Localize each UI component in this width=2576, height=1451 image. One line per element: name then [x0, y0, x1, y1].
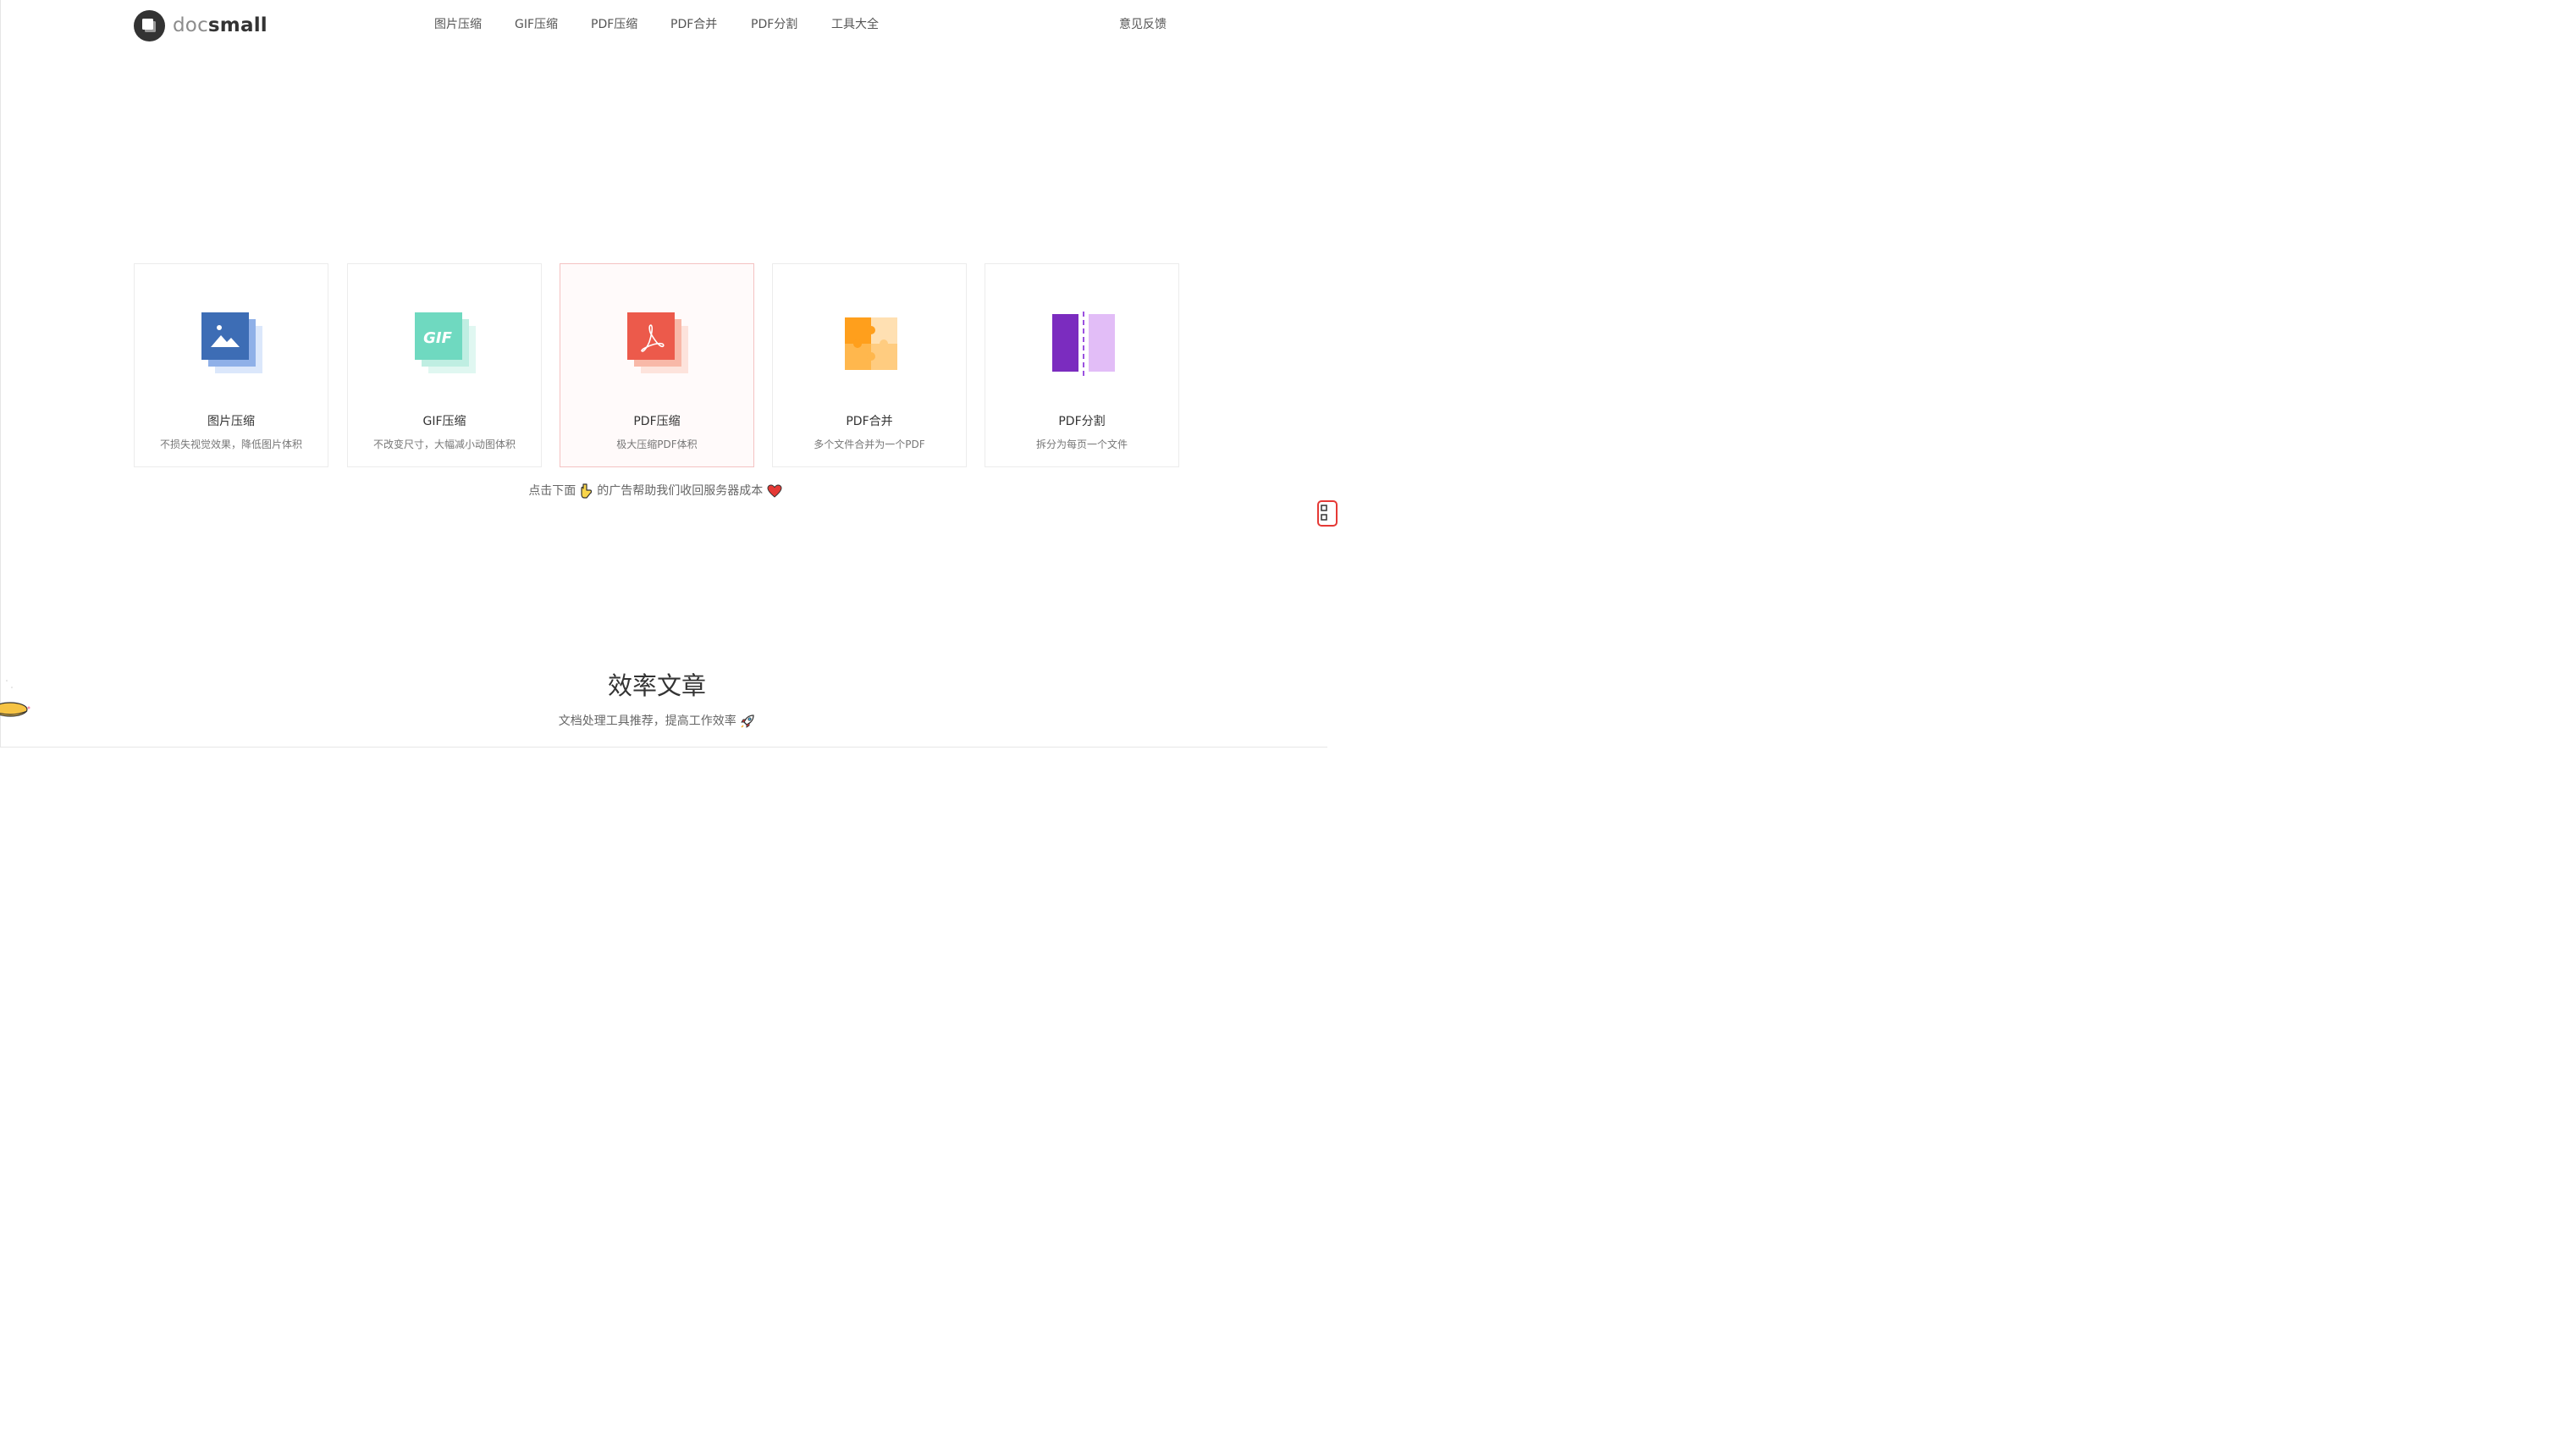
ad-note-before: 点击下面	[528, 484, 576, 498]
card-desc: 极大压缩PDF体积	[616, 439, 698, 450]
gif-icon-text: GIF	[423, 329, 452, 347]
card-desc: 不损失视觉效果，降低图片体积	[159, 439, 302, 450]
card-image-compress[interactable]: 图片压缩 不损失视觉效果，降低图片体积	[134, 263, 328, 467]
split-icon	[1052, 312, 1115, 376]
nav-item-pdf-compress[interactable]: PDF压缩	[591, 15, 637, 34]
card-desc: 拆分为每页一个文件	[1035, 439, 1128, 450]
nav-item-pdf-merge[interactable]: PDF合并	[670, 15, 717, 34]
pointing-down-icon	[581, 483, 592, 499]
card-pdf-compress[interactable]: PDF压缩 极大压缩PDF体积	[560, 263, 754, 467]
nav-item-gif-compress[interactable]: GIF压缩	[515, 15, 558, 34]
nav-item-all-tools[interactable]: 工具大全	[831, 15, 879, 34]
ad-note: 点击下面 的广告帮助我们收回服务器成本	[0, 483, 1310, 499]
pdf-compress-icon	[627, 312, 688, 373]
card-pdf-merge[interactable]: PDF合并 多个文件合并为一个PDF	[772, 263, 967, 467]
nav-item-pdf-split[interactable]: PDF分割	[751, 15, 797, 34]
card-title: PDF压缩	[633, 415, 681, 428]
qr-code-icon	[1321, 505, 1327, 521]
heart-icon	[767, 484, 782, 498]
articles-subtitle-text: 文档处理工具推荐，提高工作效率	[558, 714, 736, 728]
card-desc: 多个文件合并为一个PDF	[814, 439, 925, 450]
side-qr-widget[interactable]	[1317, 500, 1338, 527]
card-title: 图片压缩	[207, 415, 255, 428]
image-compress-icon	[201, 312, 262, 373]
card-pdf-split[interactable]: PDF分割 拆分为每页一个文件	[985, 263, 1179, 467]
card-title: GIF压缩	[422, 415, 466, 428]
feedback-link[interactable]: 意见反馈	[1119, 15, 1167, 34]
card-title: PDF分割	[1058, 415, 1106, 428]
card-gif-compress[interactable]: GIF GIF压缩 不改变尺寸，大幅减小动图体积	[347, 263, 542, 467]
rocket-icon	[741, 714, 754, 728]
card-desc: 不改变尺寸，大幅减小动图体积	[372, 439, 516, 450]
header: docsmall 图片压缩 GIF压缩 PDF压缩 PDF合并 PDF分割 工具…	[0, 0, 1327, 51]
articles-subtitle: 文档处理工具推荐，提高工作效率	[0, 713, 1314, 730]
gif-compress-icon: GIF	[415, 312, 476, 373]
corner-decoration-icon	[0, 680, 30, 717]
articles-title: 效率文章	[607, 671, 706, 700]
nav-item-image-compress[interactable]: 图片压缩	[434, 15, 482, 34]
card-title: PDF合并	[846, 415, 893, 428]
tool-cards: 图片压缩 不损失视觉效果，降低图片体积 GIF GIF压缩 不改变尺寸，大幅减小…	[134, 263, 1181, 469]
puzzle-icon	[845, 317, 897, 370]
ad-note-after: 的广告帮助我们收回服务器成本	[597, 484, 764, 498]
